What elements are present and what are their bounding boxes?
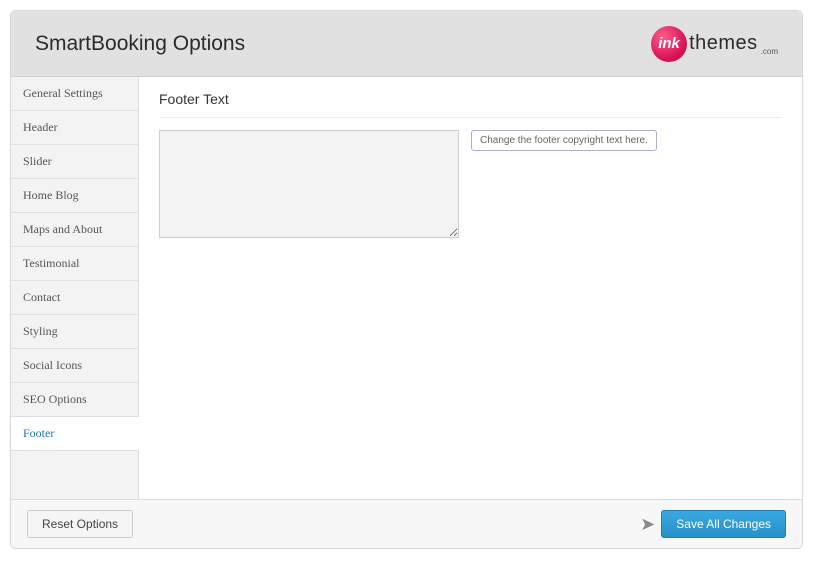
save-group: ➤ Save All Changes <box>640 510 786 538</box>
sidebar-item-seo-options[interactable]: SEO Options <box>11 383 138 417</box>
sidebar-item-maps-and-about[interactable]: Maps and About <box>11 213 138 247</box>
sidebar-item-social-icons[interactable]: Social Icons <box>11 349 138 383</box>
logo-ball-text: ink <box>658 35 680 52</box>
footer-bar: Reset Options ➤ Save All Changes <box>11 499 802 548</box>
arrow-right-icon: ➤ <box>640 515 655 533</box>
logo-ball-icon: ink <box>651 26 687 62</box>
footer-text-input[interactable] <box>159 130 459 238</box>
footer-text-row: Change the footer copyright text here. <box>159 130 782 238</box>
sidebar-item-slider[interactable]: Slider <box>11 145 138 179</box>
save-all-changes-button[interactable]: Save All Changes <box>661 510 786 538</box>
logo-word: themes <box>689 32 758 55</box>
sidebar: General SettingsHeaderSliderHome BlogMap… <box>11 77 139 499</box>
sidebar-item-styling[interactable]: Styling <box>11 315 138 349</box>
options-panel: SmartBooking Options ink themes .com Gen… <box>10 10 803 549</box>
brand-logo: ink themes .com <box>651 26 778 62</box>
reset-options-button[interactable]: Reset Options <box>27 510 133 538</box>
page-title: SmartBooking Options <box>35 32 245 56</box>
panel-body: General SettingsHeaderSliderHome BlogMap… <box>11 77 802 499</box>
sidebar-item-home-blog[interactable]: Home Blog <box>11 179 138 213</box>
panel-header: SmartBooking Options ink themes .com <box>11 11 802 77</box>
sidebar-item-contact[interactable]: Contact <box>11 281 138 315</box>
section-title: Footer Text <box>159 91 782 118</box>
sidebar-item-general-settings[interactable]: General Settings <box>11 77 138 111</box>
sidebar-item-footer[interactable]: Footer <box>11 417 139 451</box>
logo-suffix: .com <box>761 47 778 56</box>
sidebar-item-header[interactable]: Header <box>11 111 138 145</box>
content-area: Footer Text Change the footer copyright … <box>139 77 802 499</box>
field-hint: Change the footer copyright text here. <box>471 130 657 151</box>
sidebar-item-testimonial[interactable]: Testimonial <box>11 247 138 281</box>
